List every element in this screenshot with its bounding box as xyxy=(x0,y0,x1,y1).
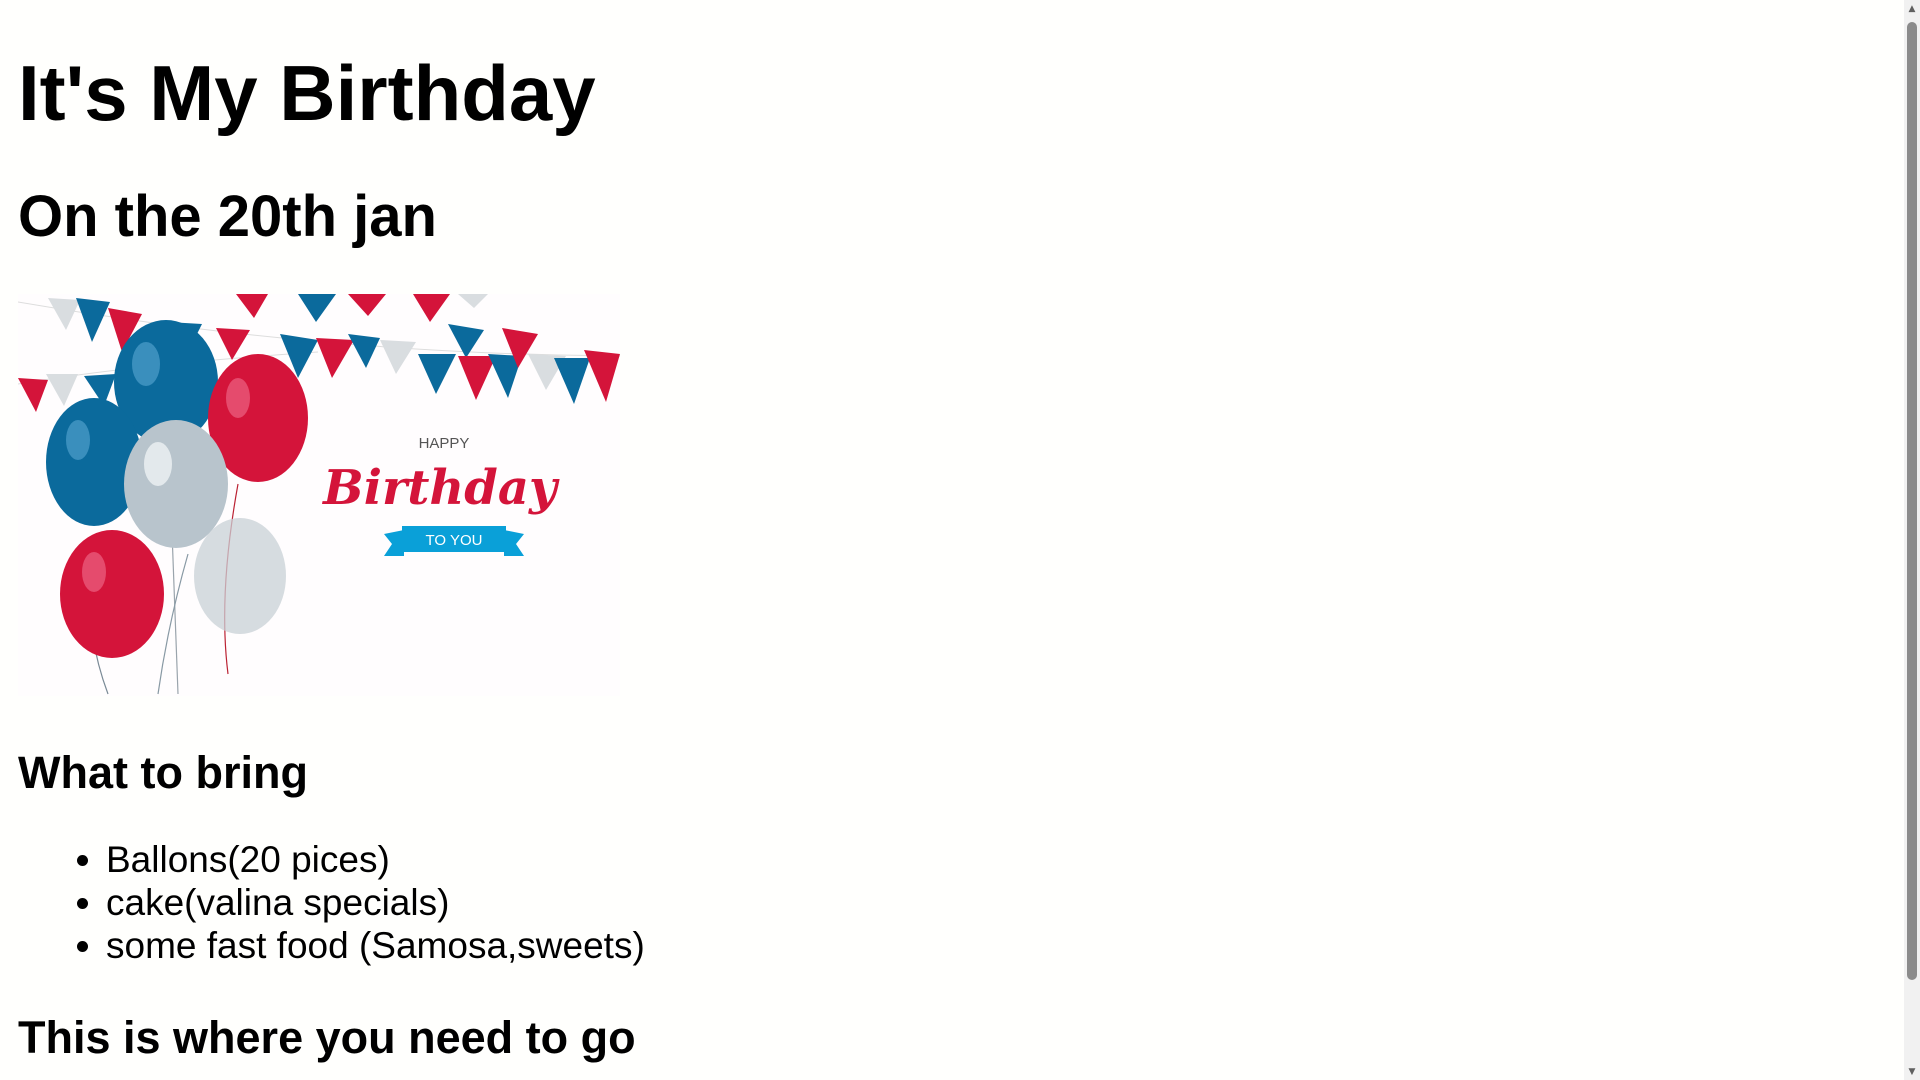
list-item: cake(valina specials) xyxy=(106,881,645,924)
happy-text: HAPPY xyxy=(419,435,470,452)
page: It's My Birthday On the 20th jan HAPPY B… xyxy=(0,0,1904,1080)
page-subtitle: On the 20th jan xyxy=(18,184,437,249)
list-item: Ballons(20 pices) xyxy=(106,838,645,881)
scroll-down-icon[interactable]: ▼ xyxy=(1904,1063,1920,1080)
what-to-bring-heading: What to bring xyxy=(18,747,308,798)
birthday-script-text: Birthday xyxy=(321,460,560,516)
vertical-scrollbar[interactable]: ▲ ▼ xyxy=(1904,0,1920,1080)
to-you-text: TO YOU xyxy=(426,532,483,549)
scrollbar-thumb[interactable] xyxy=(1907,22,1917,980)
where-to-go-heading: This is where you need to go xyxy=(18,1012,636,1063)
bring-list: Ballons(20 pices) cake(valina specials) … xyxy=(18,838,645,967)
scroll-up-icon[interactable]: ▲ xyxy=(1904,0,1920,17)
list-item: some fast food (Samosa,sweets) xyxy=(106,924,645,967)
page-title: It's My Birthday xyxy=(18,49,596,137)
birthday-banner-image: HAPPY Birthday TO YOU xyxy=(18,294,620,696)
